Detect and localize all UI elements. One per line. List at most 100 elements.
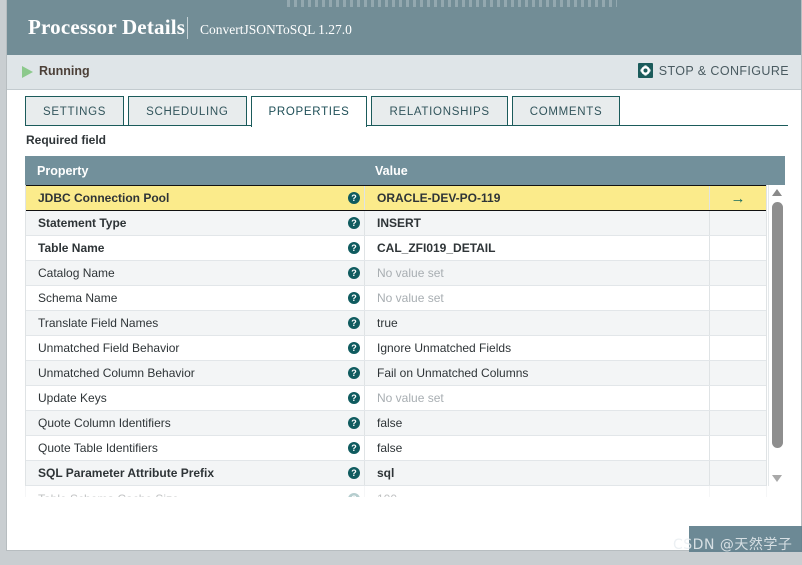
status-bar: Running STOP & CONFIGURE [7, 55, 801, 90]
cell-help[interactable]: ? [344, 467, 364, 479]
cell-property: JDBC Connection Pool [38, 191, 170, 205]
cell-help[interactable]: ? [344, 342, 364, 354]
cell-property: SQL Parameter Attribute Prefix [38, 466, 215, 480]
tab-bar: SETTINGS SCHEDULING PROPERTIES RELATIONSHIP… [7, 90, 801, 127]
required-field-note: Required field [26, 133, 107, 147]
table-row[interactable]: Schema Name? No value set [26, 286, 766, 311]
table-row-clipped[interactable]: Table Schema Cache Size ? 100 [25, 486, 767, 497]
tab-properties[interactable]: PROPERTIES [250, 96, 368, 127]
table-row[interactable]: Quote Column Identifiers? false [26, 411, 766, 436]
table-row[interactable]: Table Name? CAL_ZFI019_DETAIL [26, 236, 766, 261]
stop-and-configure-label: STOP & CONFIGURE [658, 63, 789, 78]
cell-property: Unmatched Column Behavior [38, 366, 195, 380]
cell-value[interactable]: true [364, 311, 709, 335]
question-mark-icon[interactable]: ? [348, 217, 360, 229]
cell-help[interactable]: ? [344, 367, 364, 379]
cell-help[interactable]: ? [344, 242, 364, 254]
table-row[interactable]: Unmatched Column Behavior? Fail on Unmatc… [26, 361, 766, 386]
table-body[interactable]: JDBC Connection Pool? ORACLE-DEV-PO-119 → S… [25, 185, 767, 486]
scrollbar-thumb[interactable] [772, 202, 783, 448]
dialog-body: Required field Property Value JDBC Conne… [7, 126, 801, 550]
cell-action [709, 386, 766, 410]
cell-action [709, 211, 766, 235]
cell-value[interactable]: Fail on Unmatched Columns [364, 361, 709, 385]
column-header-property: Property [37, 163, 89, 178]
scroll-up-arrow-icon[interactable] [772, 189, 782, 196]
question-mark-icon[interactable]: ? [348, 317, 360, 329]
table-row[interactable]: Update Keys? No value set [26, 386, 766, 411]
page-title: Processor Details [28, 15, 186, 39]
cell-value[interactable]: false [364, 411, 709, 435]
cell-value[interactable]: ORACLE-DEV-PO-119 [364, 186, 709, 210]
tab-label: SETTINGS [43, 105, 107, 118]
cell-help[interactable]: ? [344, 217, 364, 229]
table-row[interactable]: Quote Table Identifiers? false [26, 436, 766, 461]
tab-relationships[interactable]: RELATIONSHIPS [371, 96, 508, 126]
question-mark-icon[interactable]: ? [348, 342, 360, 354]
cell-help[interactable]: ? [344, 442, 364, 454]
cell-property: Statement Type [38, 216, 127, 230]
question-mark-icon[interactable]: ? [348, 467, 360, 479]
scroll-down-arrow-icon[interactable] [772, 475, 782, 482]
question-mark-icon[interactable]: ? [348, 367, 360, 379]
cell-help[interactable]: ? [344, 267, 364, 279]
question-mark-icon[interactable]: ? [348, 192, 360, 204]
cell-help[interactable]: ? [344, 317, 364, 329]
question-mark-icon[interactable]: ? [348, 392, 360, 404]
cell-value[interactable]: CAL_ZFI019_DETAIL [364, 236, 709, 260]
question-mark-icon[interactable]: ? [348, 267, 360, 279]
cell-help[interactable]: ? [344, 392, 364, 404]
cell-property: Catalog Name [38, 266, 115, 280]
cell-value[interactable]: No value set [364, 261, 709, 285]
page-background-bottom [0, 552, 802, 565]
stop-and-configure-button[interactable]: STOP & CONFIGURE [637, 63, 789, 78]
cell-action[interactable]: → [709, 186, 766, 210]
cell-property: Unmatched Field Behavior [38, 341, 180, 355]
cell-value[interactable]: Ignore Unmatched Fields [364, 336, 709, 360]
clipped-row-help[interactable]: ? [344, 492, 364, 497]
title-separator [187, 17, 188, 39]
processor-details-dialog: Processor Details ConvertJSONToSQL 1.27.… [6, 0, 802, 551]
cell-help[interactable]: ? [344, 417, 364, 429]
status-label: Running [39, 64, 90, 78]
table-row[interactable]: SQL Parameter Attribute Prefix? sql [26, 461, 766, 486]
tab-label: SCHEDULING [146, 105, 229, 118]
table-row[interactable]: JDBC Connection Pool? ORACLE-DEV-PO-119 → [26, 185, 766, 211]
tab-bar-underline [25, 125, 788, 126]
cell-action [709, 436, 766, 460]
cell-property: Table Name [38, 241, 105, 255]
table-row[interactable]: Unmatched Field Behavior? Ignore Unmatche… [26, 336, 766, 361]
table-header-row: Property Value [25, 156, 785, 185]
cell-value[interactable]: sql [364, 461, 709, 485]
properties-table: Property Value JDBC Connection Pool? ORAC… [25, 156, 785, 486]
table-row[interactable]: Catalog Name? No value set [26, 261, 766, 286]
table-scrollbar[interactable] [768, 185, 785, 486]
gear-icon [637, 63, 653, 78]
clipped-row-action [709, 486, 766, 497]
cell-action [709, 311, 766, 335]
cell-property: Quote Column Identifiers [38, 416, 171, 430]
tab-settings[interactable]: SETTINGS [25, 96, 125, 126]
question-mark-icon[interactable]: ? [348, 417, 360, 429]
table-row[interactable]: Statement Type? INSERT [26, 211, 766, 236]
table-row[interactable]: Translate Field Names? true [26, 311, 766, 336]
question-mark-icon[interactable]: ? [348, 442, 360, 454]
tab-label: PROPERTIES [268, 106, 350, 118]
tab-scheduling[interactable]: SCHEDULING [128, 96, 247, 126]
cell-action [709, 411, 766, 435]
cell-value[interactable]: INSERT [364, 211, 709, 235]
question-mark-icon[interactable]: ? [348, 292, 360, 304]
cell-action [709, 236, 766, 260]
cell-help[interactable]: ? [344, 192, 364, 204]
question-mark-icon[interactable]: ? [348, 242, 360, 254]
go-to-service-arrow-icon[interactable]: → [731, 191, 746, 206]
cell-action [709, 361, 766, 385]
question-mark-icon[interactable]: ? [348, 492, 360, 497]
cell-property: Quote Table Identifiers [38, 441, 158, 455]
cell-value[interactable]: No value set [364, 286, 709, 310]
dialog-header: Processor Details ConvertJSONToSQL 1.27.… [7, 0, 801, 55]
cell-value[interactable]: No value set [364, 386, 709, 410]
tab-comments[interactable]: COMMENTS [511, 96, 621, 126]
cell-value[interactable]: false [364, 436, 709, 460]
cell-help[interactable]: ? [344, 292, 364, 304]
